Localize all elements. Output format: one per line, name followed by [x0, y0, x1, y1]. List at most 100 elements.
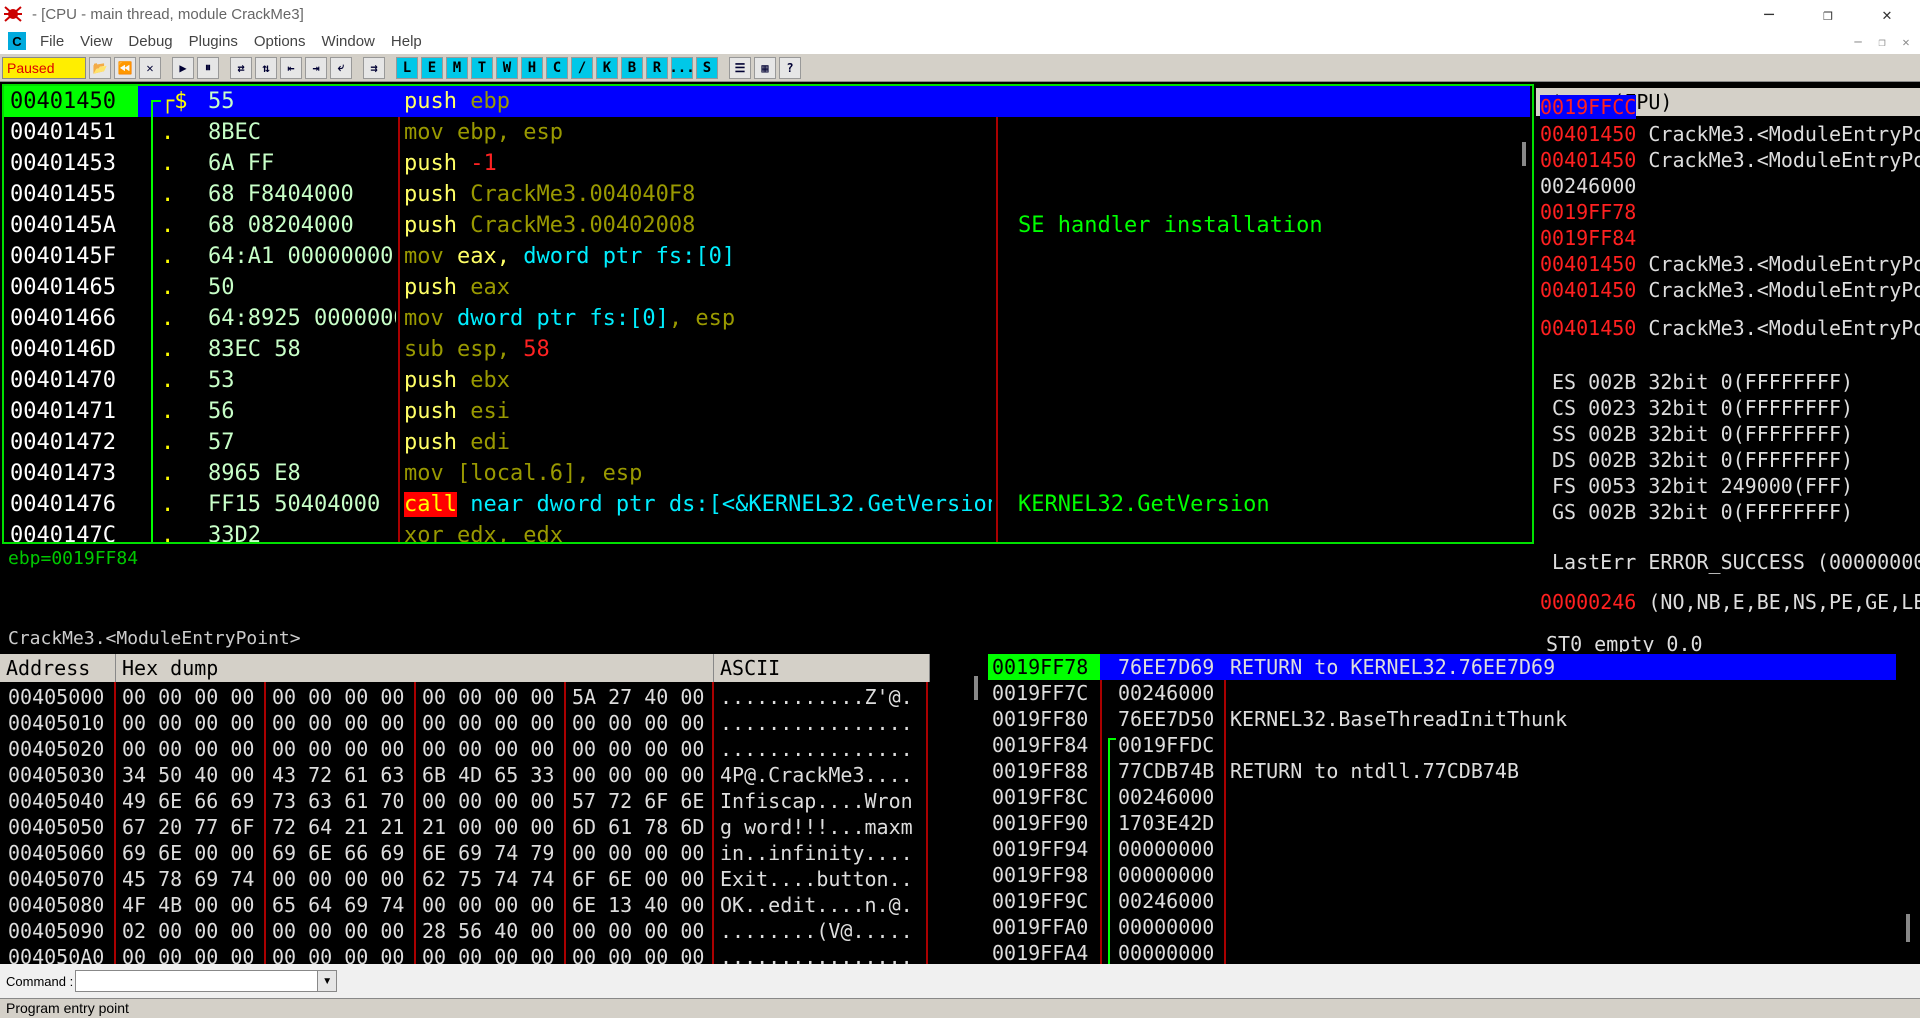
register-row[interactable]: 00401450 CrackMe3.<ModuleEntryPoint>: [1540, 316, 1920, 340]
dump-scrollbar[interactable]: [974, 676, 978, 700]
stack-scrollbar[interactable]: [1906, 914, 1910, 942]
call-stack-button[interactable]: K: [596, 56, 618, 79]
register-row[interactable]: 00401450 CrackMe3.<ModuleEntryPoint>: [1540, 148, 1920, 172]
segment-register[interactable]: FS 0053 32bit 249000(FFF): [1552, 474, 1853, 498]
menu-debug[interactable]: Debug: [128, 33, 172, 50]
segment-register[interactable]: DS 002B 32bit 0(FFFFFFFF): [1552, 448, 1853, 472]
restore-button[interactable]: ❐: [1801, 0, 1855, 28]
goto-icon[interactable]: ⇉: [363, 56, 385, 79]
handles-button[interactable]: H: [521, 56, 543, 79]
run-icon[interactable]: ▶: [172, 56, 194, 79]
register-row[interactable]: 00246000: [1540, 174, 1636, 198]
pause-icon[interactable]: ⏸: [197, 56, 219, 79]
stack-row[interactable]: 0019FF98 00000000: [988, 862, 1896, 888]
dump-row[interactable]: 00405030 34 50 40 00 43 72 61 63 6B 4D 65 3…: [0, 762, 930, 788]
references-button[interactable]: R: [646, 56, 668, 79]
disasm-row[interactable]: 00401451. 8BEC mov ebp, esp: [4, 117, 1530, 148]
menu-options[interactable]: Options: [254, 33, 306, 50]
patches-button[interactable]: /: [571, 56, 593, 79]
disasm-row[interactable]: 00401472. 57 push edi: [4, 427, 1530, 458]
dump-row[interactable]: 00405040 49 6E 66 69 73 63 61 70 00 00 00 0…: [0, 788, 930, 814]
stack-row[interactable]: 0019FF94 00000000: [988, 836, 1896, 862]
step-over-icon[interactable]: ⇅: [255, 56, 277, 79]
dump-row[interactable]: 00405080 4F 4B 00 00 65 64 69 74 00 00 00 0…: [0, 892, 930, 918]
segment-register[interactable]: CS 0023 32bit 0(FFFFFFFF): [1552, 396, 1853, 420]
mdi-close-button[interactable]: ✕: [1896, 32, 1916, 52]
menu-file[interactable]: File: [40, 33, 64, 50]
register-row[interactable]: 00401450 CrackMe3.<ModuleEntryPoint>: [1540, 122, 1920, 146]
stack-row[interactable]: 0019FF84 0019FFDC: [988, 732, 1896, 758]
stack-row[interactable]: 0019FFA0 00000000: [988, 914, 1896, 940]
disasm-row[interactable]: 00401465. 50 push eax: [4, 272, 1530, 303]
close-button[interactable]: ✕: [1860, 0, 1914, 28]
mdi-minimize-button[interactable]: ─: [1848, 32, 1868, 52]
step-into-icon[interactable]: ⇄: [230, 56, 252, 79]
stack-row[interactable]: 0019FFA4 00000000: [988, 940, 1896, 964]
dump-col-address[interactable]: Address: [0, 654, 116, 682]
command-input[interactable]: [75, 970, 320, 992]
segment-register[interactable]: SS 002B 32bit 0(FFFFFFFF): [1552, 422, 1853, 446]
disasm-row[interactable]: 0040147C. 33D2 xor edx, edx: [4, 520, 1530, 542]
chevron-down-icon[interactable]: ▼: [317, 970, 338, 992]
stack-row[interactable]: 0019FF80 76EE7D50 KERNEL32.BaseThreadInitT…: [988, 706, 1896, 732]
disassembly-pane[interactable]: 00401450 ┌$ 55 push ebp 00401451. 8BEC mov ebp…: [2, 84, 1534, 544]
stack-pane[interactable]: 0019FF78 76EE7D69 RETURN to KERNEL32.76EE7…: [988, 654, 1920, 964]
execute-till-return-icon[interactable]: ⤶: [330, 56, 352, 79]
disasm-row[interactable]: 0040146D. 83EC 58 sub esp, 58: [4, 334, 1530, 365]
dump-row[interactable]: 00405060 69 6E 00 00 69 6E 66 69 6E 69 74 7…: [0, 840, 930, 866]
rewind-icon[interactable]: ⏪: [114, 56, 136, 79]
disasm-row[interactable]: 00401471. 56 push esi: [4, 396, 1530, 427]
modules-button[interactable]: E: [421, 56, 443, 79]
register-row[interactable]: 0019FF84: [1540, 226, 1636, 250]
windows-button[interactable]: W: [496, 56, 518, 79]
minimize-button[interactable]: ─: [1742, 0, 1796, 28]
threads-button[interactable]: T: [471, 56, 493, 79]
segment-register[interactable]: GS 002B 32bit 0(FFFFFFFF): [1552, 500, 1853, 524]
dump-row[interactable]: 00405000 00 00 00 00 00 00 00 00 00 00 00 0…: [0, 684, 930, 710]
dump-col-ascii[interactable]: ASCII: [714, 654, 930, 682]
close-program-icon[interactable]: ✕: [139, 56, 161, 79]
eflags-row[interactable]: 00000246 (NO,NB,E,BE,NS,PE,GE,LE): [1540, 590, 1920, 614]
stack-row[interactable]: 0019FF8C 00246000: [988, 784, 1896, 810]
breakpoints-button[interactable]: B: [621, 56, 643, 79]
mdi-app-icon[interactable]: C: [8, 32, 26, 50]
disasm-row[interactable]: 00401450 ┌$ 55 push ebp: [4, 86, 1530, 117]
menu-plugins[interactable]: Plugins: [189, 33, 238, 50]
register-row[interactable]: 00401450 CrackMe3.<ModuleEntryPoint>: [1540, 278, 1920, 302]
disasm-row[interactable]: 00401466. 64:8925 00000000 mov dword ptr f…: [4, 303, 1530, 334]
trace-into-icon[interactable]: ⇤: [280, 56, 302, 79]
dump-row[interactable]: 004050A0 00 00 00 00 00 00 00 00 00 00 00 0…: [0, 944, 930, 964]
dump-row[interactable]: 00405070 45 78 69 74 00 00 00 00 62 75 74 7…: [0, 866, 930, 892]
disasm-row[interactable]: 00401476. FF15 50404000 call near dword pt…: [4, 489, 1530, 520]
disasm-row[interactable]: 00401470. 53 push ebx: [4, 365, 1530, 396]
stack-row[interactable]: 0019FF7C 00246000: [988, 680, 1896, 706]
disasm-row[interactable]: 00401453. 6A FF push -1: [4, 148, 1530, 179]
trace-over-icon[interactable]: ⇥: [305, 56, 327, 79]
help-icon[interactable]: ?: [779, 56, 801, 79]
log-window-button[interactable]: L: [396, 56, 418, 79]
source-button[interactable]: S: [696, 56, 718, 79]
dump-row[interactable]: 00405050 67 20 77 6F 72 64 21 21 21 00 00 0…: [0, 814, 930, 840]
registers-pane[interactable]: sters (FPU) 0019FFCC00401450 CrackMe3.<M…: [1536, 84, 1920, 652]
disasm-scrollbar[interactable]: [1522, 142, 1526, 166]
mdi-restore-button[interactable]: ❐: [1872, 32, 1892, 52]
grid-icon[interactable]: ▦: [754, 56, 776, 79]
menu-window[interactable]: Window: [322, 33, 375, 50]
disasm-row[interactable]: 0040145F. 64:A1 00000000 mov eax, dword pt…: [4, 241, 1530, 272]
disasm-row[interactable]: 00401473. 8965 E8 mov [local.6], esp: [4, 458, 1530, 489]
menu-help[interactable]: Help: [391, 33, 422, 50]
open-icon[interactable]: 📂: [89, 56, 111, 79]
stack-row[interactable]: 0019FF88 77CDB74B RETURN to ntdll.77CDB74B: [988, 758, 1896, 784]
dump-row[interactable]: 00405090 02 00 00 00 00 00 00 00 28 56 40 0…: [0, 918, 930, 944]
hex-dump-pane[interactable]: Address Hex dump ASCII 00405000 00 00 00 …: [0, 654, 966, 964]
last-error[interactable]: LastErr ERROR_SUCCESS (00000000): [1552, 550, 1920, 574]
dump-row[interactable]: 00405010 00 00 00 00 00 00 00 00 00 00 00 0…: [0, 710, 930, 736]
stack-row[interactable]: 0019FF78 76EE7D69 RETURN to KERNEL32.76EE7…: [988, 654, 1896, 680]
disasm-row[interactable]: 0040145A. 68 08204000 push CrackMe3.004020…: [4, 210, 1530, 241]
segment-register[interactable]: ES 002B 32bit 0(FFFFFFFF): [1552, 370, 1853, 394]
dump-col-hex[interactable]: Hex dump: [116, 654, 714, 682]
stack-row[interactable]: 0019FF90 1703E42D: [988, 810, 1896, 836]
menu-view[interactable]: View: [80, 33, 112, 50]
run-trace-button[interactable]: ...: [669, 56, 695, 79]
disasm-row[interactable]: 00401455. 68 F8404000 push CrackMe3.004040…: [4, 179, 1530, 210]
